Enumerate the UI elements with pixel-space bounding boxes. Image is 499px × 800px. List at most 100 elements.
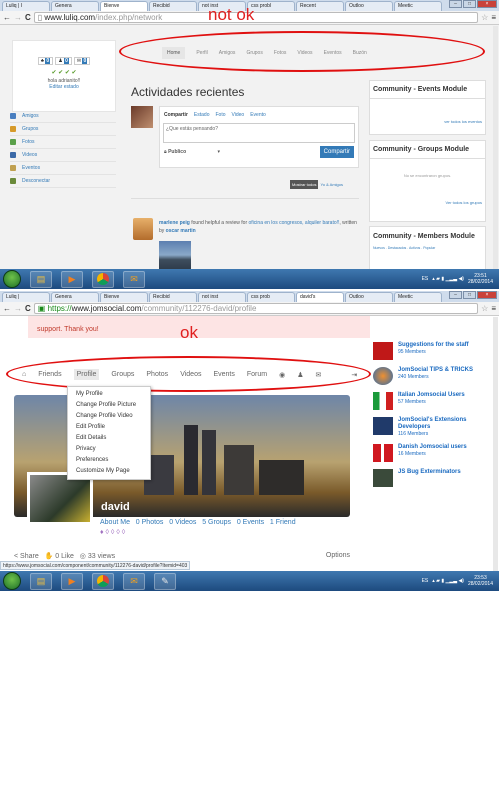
friends-notification[interactable]: ♟ 0 bbox=[55, 57, 72, 65]
status-input[interactable]: ¿Que estás pensando? bbox=[163, 123, 355, 143]
scrollbar[interactable] bbox=[493, 317, 498, 572]
friends-icon bbox=[10, 113, 16, 119]
browser-tab[interactable]: Bienve bbox=[100, 292, 148, 302]
group-thumbnail bbox=[373, 367, 393, 385]
privacy-select[interactable]: 🔒︎ Publico ▾ bbox=[164, 149, 220, 155]
logout-icon bbox=[10, 178, 16, 184]
profile-actions: < Share ✋ 0 Like ◎ 33 views Options bbox=[14, 552, 350, 560]
browser-tab[interactable]: Genera bbox=[51, 1, 99, 11]
browser-tab[interactable]: Recent bbox=[296, 1, 344, 11]
browser-tab-active[interactable]: Bienve bbox=[100, 1, 148, 11]
post-review-link[interactable]: oficina en los congresos, alquiler barat… bbox=[249, 220, 340, 226]
chrome-icon[interactable] bbox=[92, 572, 114, 590]
post-image[interactable] bbox=[159, 241, 191, 272]
media-player-icon[interactable]: ▶ bbox=[61, 270, 83, 288]
browser-tab[interactable]: Meetic bbox=[394, 292, 442, 302]
minimize-icon[interactable]: – bbox=[449, 0, 462, 8]
close-icon[interactable]: × bbox=[477, 291, 497, 299]
like-button[interactable]: 0 Like bbox=[55, 553, 74, 560]
options-button[interactable]: Options bbox=[326, 552, 350, 560]
edit-status-link[interactable]: Editar estado bbox=[13, 84, 115, 90]
close-icon[interactable]: × bbox=[477, 0, 497, 8]
composer-tab-estado[interactable]: Estado bbox=[194, 112, 210, 118]
reload-icon[interactable]: C bbox=[25, 304, 31, 313]
browser-tab[interactable]: Genera bbox=[51, 292, 99, 302]
back-icon[interactable]: ← bbox=[3, 13, 11, 22]
explorer-icon[interactable]: ▤ bbox=[30, 270, 52, 288]
clock[interactable]: 23:53 28/02/2014 bbox=[468, 575, 493, 587]
sidebar-item-amigos[interactable]: Amigos bbox=[10, 110, 116, 123]
profile-username: david bbox=[101, 501, 130, 513]
outlook-icon[interactable]: ✉ bbox=[123, 572, 145, 590]
composer-tab-video[interactable]: Video bbox=[232, 112, 245, 118]
minimize-icon[interactable]: – bbox=[449, 291, 462, 299]
star-icon[interactable]: ☆ bbox=[481, 304, 488, 313]
group-item[interactable]: JomSocial TIPS & TRICKS 240 Members bbox=[373, 367, 489, 385]
sidebar-item-eventos[interactable]: Eventos bbox=[10, 162, 116, 175]
browser-tab[interactable]: Luliq | bbox=[2, 292, 50, 302]
browser-tab-active[interactable]: david's bbox=[296, 292, 344, 302]
group-item[interactable]: Suggestions for the staff 95 Members bbox=[373, 342, 489, 360]
menu-item-edit-profile[interactable]: Edit Profile bbox=[68, 422, 150, 433]
menu-item-privacy[interactable]: Privacy bbox=[68, 444, 150, 455]
browser-tab[interactable]: Recibid bbox=[149, 292, 197, 302]
language-indicator[interactable]: ES bbox=[422, 276, 429, 282]
browser-tab[interactable]: Outloo bbox=[345, 292, 393, 302]
menu-item-edit-details[interactable]: Edit Details bbox=[68, 433, 150, 444]
forward-icon[interactable]: → bbox=[14, 13, 22, 22]
menu-item-preferences[interactable]: Preferences bbox=[68, 455, 150, 466]
messages-notification[interactable]: ✉ 0 bbox=[73, 57, 91, 65]
globe-notification[interactable]: ♣ 0 bbox=[37, 57, 54, 65]
url-input[interactable]: ▯ www.luliq.com/index.php/network bbox=[33, 12, 479, 23]
members-tabs[interactable]: Nuevos . Destacados . Activos . Popular bbox=[370, 246, 485, 250]
filter-all-button[interactable]: Mostrar todos bbox=[290, 180, 319, 189]
paint-icon[interactable]: ✎ bbox=[154, 572, 176, 590]
explorer-icon[interactable]: ▤ bbox=[30, 572, 52, 590]
menu-item-customize-my-page[interactable]: Customize My Page bbox=[68, 466, 150, 477]
menu-item-my-profile[interactable]: My Profile bbox=[68, 389, 150, 400]
browser-tab[interactable]: css prob bbox=[247, 292, 295, 302]
profile-stats[interactable]: About Me 0 Photos 0 Videos 5 Groups 0 Ev… bbox=[100, 519, 296, 526]
browser-tab[interactable]: Outloo bbox=[345, 1, 393, 11]
sidebar-item-videos[interactable]: Videos bbox=[10, 149, 116, 162]
browser-tab[interactable]: not inst bbox=[198, 292, 246, 302]
events-all-link[interactable]: ver todos los eventos bbox=[370, 117, 485, 126]
browser-tab[interactable]: Luliq | I bbox=[2, 1, 50, 11]
browser-tab[interactable]: Meetic bbox=[394, 1, 442, 11]
scrollbar[interactable] bbox=[493, 26, 498, 289]
menu-item-change-profile-video[interactable]: Change Profile Video bbox=[68, 411, 150, 422]
post-reviewer-link[interactable]: oscar martin bbox=[166, 228, 196, 234]
sidebar-item-grupos[interactable]: Grupos bbox=[10, 123, 116, 136]
menu-icon[interactable]: ≡ bbox=[491, 304, 496, 313]
menu-item-change-profile-picture[interactable]: Change Profile Picture bbox=[68, 400, 150, 411]
back-icon[interactable]: ← bbox=[3, 304, 11, 313]
composer-tab-foto[interactable]: Foto bbox=[215, 112, 225, 118]
maximize-icon[interactable]: □ bbox=[463, 0, 476, 8]
clock[interactable]: 23:51 28/02/2014 bbox=[468, 273, 493, 285]
start-button[interactable] bbox=[3, 572, 21, 590]
language-indicator[interactable]: ES bbox=[422, 578, 429, 584]
star-icon[interactable]: ☆ bbox=[481, 13, 488, 22]
browser-tab[interactable]: Recibid bbox=[149, 1, 197, 11]
share-button[interactable]: Compartir bbox=[319, 146, 354, 158]
sidebar-item-desconectar[interactable]: Desconectar bbox=[10, 175, 116, 188]
chrome-icon[interactable] bbox=[92, 270, 114, 288]
composer-tab-evento[interactable]: Evento bbox=[250, 112, 266, 118]
outlook-icon[interactable]: ✉ bbox=[123, 270, 145, 288]
group-item[interactable]: Danish Jomsocial users 16 Members bbox=[373, 444, 489, 462]
start-button[interactable] bbox=[3, 270, 21, 288]
group-item[interactable]: JomSocial's Extensions Developers 116 Mem… bbox=[373, 417, 489, 437]
share-button[interactable]: Share bbox=[20, 553, 39, 560]
media-player-icon[interactable]: ▶ bbox=[61, 572, 83, 590]
maximize-icon[interactable]: □ bbox=[463, 291, 476, 299]
groups-all-link[interactable]: Ver todos los grupos bbox=[370, 198, 485, 207]
sidebar-item-fotos[interactable]: Fotos bbox=[10, 136, 116, 149]
forward-icon[interactable]: → bbox=[14, 304, 22, 313]
reload-icon[interactable]: C bbox=[25, 13, 31, 22]
menu-icon[interactable]: ≡ bbox=[491, 13, 496, 22]
group-item[interactable]: Italian Jomsocial Users 57 Members bbox=[373, 392, 489, 410]
post-author-link[interactable]: marlene peig bbox=[159, 220, 190, 226]
group-item[interactable]: JS Bug Exterminators bbox=[373, 469, 489, 487]
url-input[interactable]: ▣ https://www.jomsocial.com/community/11… bbox=[33, 303, 479, 314]
filter-friends-link[interactable]: Yo & Amigos bbox=[320, 182, 343, 187]
